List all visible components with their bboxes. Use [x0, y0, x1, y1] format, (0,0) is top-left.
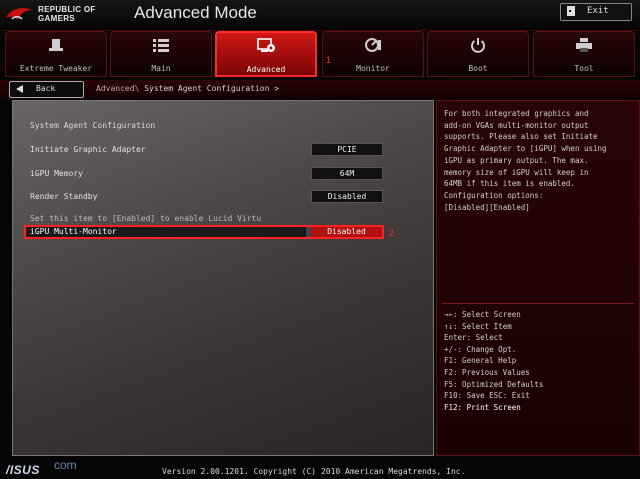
setting-label-initiate-graphic-adapter[interactable]: Initiate Graphic Adapter	[30, 145, 146, 154]
help-line: Configuration options:	[444, 190, 544, 200]
main-tabs: Extreme Tweaker Main Advanced Monitor Bo…	[0, 31, 640, 78]
breadcrumb-parent[interactable]: Advanced\	[96, 84, 139, 93]
key-hint-print-screen: F12: Print Screen	[444, 402, 521, 412]
tab-monitor[interactable]: Monitor	[322, 31, 424, 77]
tab-main[interactable]: Main	[110, 31, 212, 77]
help-line: iGPU as primary output. The max.	[444, 155, 589, 165]
key-legend: →←: Select Screen ↑↓: Select Item Enter:…	[444, 309, 543, 413]
section-title: System Agent Configuration	[30, 121, 156, 130]
key-hint: F1: General Help	[444, 356, 517, 366]
selected-row-highlight	[24, 225, 384, 239]
tab-label: Extreme Tweaker	[19, 64, 93, 73]
tab-advanced[interactable]: Advanced	[215, 31, 317, 77]
brand-text: REPUBLIC OF GAMERS	[38, 5, 96, 23]
breadcrumb: Back Advanced\ System Agent Configuratio…	[0, 80, 640, 99]
key-hint: F2: Previous Values	[444, 367, 530, 377]
key-hint: →←: Select Screen	[444, 310, 521, 319]
tab-label: Monitor	[356, 64, 390, 73]
power-icon	[428, 37, 528, 55]
breadcrumb-path: Advanced\ System Agent Configuration >	[96, 84, 279, 93]
help-line: memory size of iGPU will keep in	[444, 167, 589, 177]
tab-label: Tool	[574, 64, 594, 73]
annotation-mark-1: 1	[326, 55, 332, 65]
key-hint: F10: Save ESC: Exit	[444, 391, 530, 401]
watermark: com	[54, 458, 77, 472]
page-title: Advanced Mode	[134, 3, 257, 22]
version-text: Version 2.00.1201. Copyright (C) 2010 Am…	[162, 467, 466, 476]
brand-line-2: GAMERS	[38, 14, 75, 23]
key-hint: Enter: Select	[444, 333, 503, 343]
list-icon	[111, 37, 211, 55]
setting-value-igpu-memory[interactable]: 64M	[311, 167, 383, 180]
setting-value-initiate-graphic-adapter[interactable]: PCIE	[311, 143, 383, 156]
key-hint: +/-: Change Opt.	[444, 344, 517, 354]
tab-label: Advanced	[246, 65, 286, 74]
setting-label-igpu-memory[interactable]: iGPU Memory	[30, 169, 83, 178]
tab-label: Main	[151, 64, 171, 73]
back-button-label: Back	[36, 84, 56, 93]
tab-tool[interactable]: Tool	[533, 31, 635, 77]
top-bar: REPUBLIC OF GAMERS Advanced Mode Exit	[0, 0, 640, 31]
annotation-mark-2: 2	[389, 228, 395, 238]
tab-label: Boot	[468, 64, 488, 73]
setting-label-render-standby[interactable]: Render Standby	[30, 192, 97, 201]
help-divider	[442, 303, 634, 304]
printer-icon	[534, 37, 634, 55]
tab-extreme-tweaker[interactable]: Extreme Tweaker	[5, 31, 107, 77]
help-line: supports. Please also set Initiate	[444, 132, 598, 142]
back-arrow-icon	[16, 85, 23, 93]
gauge-icon	[323, 37, 423, 55]
breadcrumb-current: System Agent Configuration >	[144, 84, 280, 93]
help-text: For both integrated graphics and add-on …	[444, 108, 634, 213]
tab-boot[interactable]: Boot	[427, 31, 529, 77]
asus-logo: /ISUS	[6, 463, 40, 477]
help-line: For both integrated graphics and	[444, 109, 589, 118]
help-line: Graphic Adapter to [iGPU] when using	[444, 144, 607, 154]
back-button[interactable]: Back	[9, 81, 84, 98]
hat-icon	[6, 37, 106, 55]
key-hint: ↑↓: Select Item	[444, 321, 512, 331]
key-hint: F5: Optimized Defaults	[444, 379, 544, 389]
help-line: 64MB if this item is enabled.	[444, 179, 575, 189]
brand-line-1: REPUBLIC OF	[38, 5, 96, 14]
setting-value-render-standby[interactable]: Disabled	[311, 190, 383, 203]
help-line: [Disabled][Enabled]	[444, 202, 530, 212]
help-line: add-on VGAs multi-monitor output	[444, 120, 589, 130]
exit-door-icon	[567, 6, 575, 16]
setting-hint: Set this item to [Enabled] to enable Luc…	[30, 214, 262, 223]
rog-eye-icon	[6, 8, 32, 20]
exit-button[interactable]: Exit	[560, 3, 632, 21]
exit-button-label: Exit	[587, 6, 609, 16]
advanced-icon	[217, 38, 315, 56]
rog-logo: REPUBLIC OF GAMERS	[4, 2, 122, 28]
